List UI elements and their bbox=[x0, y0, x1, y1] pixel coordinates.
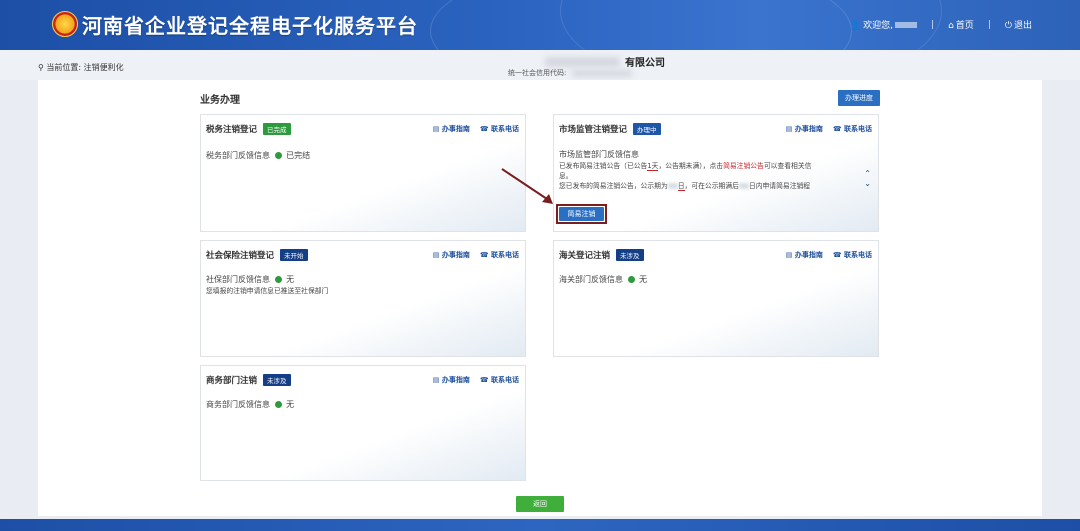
status-badge: 未涉及 bbox=[263, 374, 291, 386]
card-header: 海关登记注销 未涉及 bbox=[559, 249, 644, 261]
card-title: 海关登记注销 bbox=[559, 251, 611, 261]
notice-text: 已发布简易注销公告（已公告1天，公告期未满），点击简易注销公告可以查看相关信 息… bbox=[559, 162, 812, 191]
check-circle-icon bbox=[274, 401, 282, 408]
status-badge: 未涉及 bbox=[616, 249, 644, 261]
card-header: 税务注销登记 已完成 bbox=[206, 123, 291, 135]
phone-link[interactable]: ☎ 联系电话 bbox=[833, 250, 872, 260]
footer-bar bbox=[0, 519, 1080, 531]
social-note: 您填报的注销申请信息已推送至社保部门 bbox=[206, 287, 329, 295]
phone-link[interactable]: ☎ 联系电话 bbox=[480, 250, 519, 260]
status-badge: 未开始 bbox=[280, 249, 308, 261]
book-icon: ▤ bbox=[785, 251, 793, 259]
social-insurance-card: 社会保险注销登记 未开始 ▤ 办事指南 ☎ 联系电话 社保部门反馈信息 无 您填… bbox=[200, 240, 526, 357]
phone-icon: ☎ bbox=[479, 251, 489, 259]
home-link[interactable]: ⌂ 首页 bbox=[948, 18, 974, 31]
username-masked bbox=[895, 22, 918, 28]
annotation-arrow-icon bbox=[501, 168, 553, 204]
guide-link[interactable]: ▤ 办事指南 bbox=[433, 124, 470, 134]
phone-icon: ☎ bbox=[479, 376, 489, 384]
simple-deregister-button[interactable]: 简易注销 bbox=[559, 207, 604, 221]
tax-deregistration-card: 税务注销登记 已完成 ▤ 办事指南 ☎ 联系电话 税务部门反馈信息 已完结 bbox=[200, 114, 526, 232]
company-name-masked bbox=[545, 57, 620, 67]
masked-value bbox=[667, 183, 678, 189]
back-button[interactable]: 返回 bbox=[516, 496, 564, 512]
book-icon: ▤ bbox=[432, 251, 440, 259]
credit-code-label: 统一社会信用代码: bbox=[508, 69, 567, 77]
phone-link[interactable]: ☎ 联系电话 bbox=[480, 375, 519, 385]
breadcrumb: ⚲ 当前位置: 注销便利化 bbox=[38, 63, 124, 72]
phone-link[interactable]: ☎ 联系电话 bbox=[480, 124, 519, 134]
nav-separator: | bbox=[987, 19, 991, 30]
status-badge: 已完成 bbox=[263, 123, 291, 135]
card-links: ▤ 办事指南 ☎ 联系电话 bbox=[786, 250, 872, 260]
card-links: ▤ 办事指南 ☎ 联系电话 bbox=[433, 124, 519, 134]
guide-link[interactable]: ▤ 办事指南 bbox=[786, 250, 823, 260]
location-pin-icon: ⚲ bbox=[38, 63, 44, 72]
main-panel bbox=[38, 80, 1042, 516]
power-icon: ⏻ bbox=[1004, 21, 1012, 31]
book-icon: ▤ bbox=[432, 125, 440, 133]
chevron-up-icon[interactable]: ⌃ bbox=[864, 169, 871, 179]
card-links: ▤ 办事指南 ☎ 联系电话 bbox=[433, 250, 519, 260]
guide-link[interactable]: ▤ 办事指南 bbox=[433, 375, 470, 385]
card-header: 社会保险注销登记 未开始 bbox=[206, 249, 308, 261]
chevron-down-icon[interactable]: ⌄ bbox=[864, 179, 871, 189]
card-title: 市场监管注销登记 bbox=[559, 125, 628, 135]
nav-separator: | bbox=[931, 19, 935, 30]
phone-icon: ☎ bbox=[832, 125, 842, 133]
progress-button[interactable]: 办理进度 bbox=[838, 90, 880, 106]
credit-code-masked bbox=[572, 70, 632, 77]
card-header: 商务部门注销 未涉及 bbox=[206, 374, 291, 386]
card-links: ▤ 办事指南 ☎ 联系电话 bbox=[433, 375, 519, 385]
feedback-label: 市场监管部门反馈信息 bbox=[559, 150, 639, 159]
scroll-control[interactable]: ⌃ ⌄ bbox=[864, 169, 871, 189]
commerce-card: 商务部门注销 未涉及 ▤ 办事指南 ☎ 联系电话 商务部门反馈信息 无 bbox=[200, 365, 526, 481]
section-title: 业务办理 bbox=[200, 95, 240, 106]
card-title: 社会保险注销登记 bbox=[206, 251, 275, 261]
masked-value bbox=[738, 183, 749, 189]
card-body: 海关部门反馈信息 无 bbox=[559, 275, 648, 284]
check-circle-icon bbox=[274, 152, 282, 159]
check-circle-icon bbox=[627, 276, 635, 283]
home-icon: ⌂ bbox=[948, 21, 954, 31]
card-body: 商务部门反馈信息 无 bbox=[206, 400, 295, 409]
phone-icon: ☎ bbox=[832, 251, 842, 259]
company-name: 有限公司 bbox=[625, 58, 665, 69]
guide-link[interactable]: ▤ 办事指南 bbox=[433, 250, 470, 260]
card-header: 市场监管注销登记 办理中 bbox=[559, 123, 661, 135]
notice-link[interactable]: 简易注销公告 bbox=[723, 162, 764, 170]
welcome-text: 👤 欢迎您, bbox=[849, 18, 918, 31]
book-icon: ▤ bbox=[432, 376, 440, 384]
user-icon: 👤 bbox=[849, 21, 862, 31]
national-emblem-icon bbox=[52, 11, 78, 37]
card-title: 税务注销登记 bbox=[206, 125, 258, 135]
check-circle-icon bbox=[274, 276, 282, 283]
status-badge: 办理中 bbox=[633, 123, 661, 135]
guide-link[interactable]: ▤ 办事指南 bbox=[786, 124, 823, 134]
customs-card: 海关登记注销 未涉及 ▤ 办事指南 ☎ 联系电话 海关部门反馈信息 无 bbox=[553, 240, 879, 357]
card-title: 商务部门注销 bbox=[206, 376, 258, 386]
phone-icon: ☎ bbox=[479, 125, 489, 133]
book-icon: ▤ bbox=[785, 125, 793, 133]
card-body: 税务部门反馈信息 已完结 bbox=[206, 151, 311, 160]
site-title: 河南省企业登记全程电子化服务平台 bbox=[82, 14, 418, 38]
phone-link[interactable]: ☎ 联系电话 bbox=[833, 124, 872, 134]
card-body: 社保部门反馈信息 无 您填报的注销申请信息已推送至社保部门 bbox=[206, 274, 515, 296]
card-links: ▤ 办事指南 ☎ 联系电话 bbox=[786, 124, 872, 134]
logout-link[interactable]: ⏻ 退出 bbox=[1005, 18, 1032, 31]
card-body: 市场监管部门反馈信息 已发布简易注销公告（已公告1天，公告期未满），点击简易注销… bbox=[559, 149, 860, 191]
header-user-nav: 👤 欢迎您, | ⌂ 首页 | ⏻ 退出 bbox=[849, 18, 1032, 32]
